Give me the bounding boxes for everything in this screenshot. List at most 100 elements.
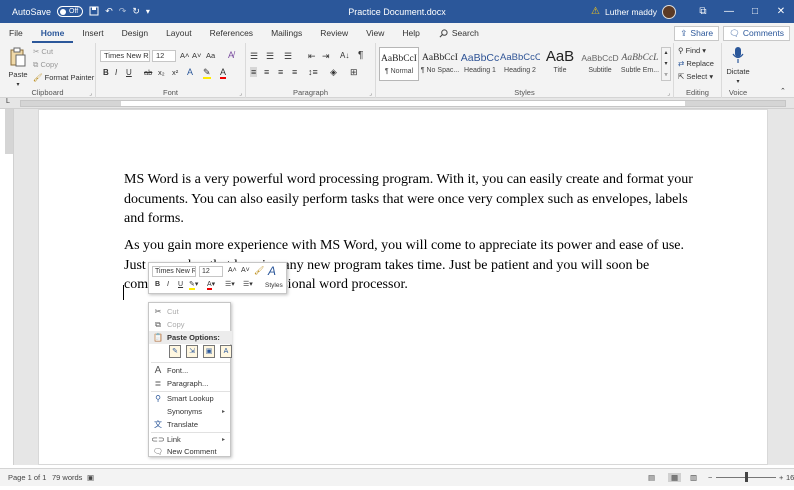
- subscript-button[interactable]: x₂: [158, 68, 165, 77]
- show-formatting-icon[interactable]: ¶: [358, 50, 363, 61]
- mini-italic-button[interactable]: I: [167, 281, 169, 288]
- style-title[interactable]: AaB Title: [540, 47, 580, 81]
- tab-layout[interactable]: Layout: [157, 23, 201, 43]
- document-area[interactable]: MS Word is a very powerful word processi…: [14, 109, 794, 465]
- tab-selector-icon[interactable]: L: [6, 98, 10, 105]
- mini-grow-font-button[interactable]: A˄: [228, 267, 237, 274]
- mini-underline-button[interactable]: U: [178, 281, 183, 288]
- tell-me-search[interactable]: Search: [429, 28, 479, 38]
- style-no-spacing[interactable]: AaBbCcI ¶ No Spac...: [420, 47, 460, 81]
- page-count[interactable]: Page 1 of 1: [8, 473, 46, 482]
- mini-font-size-combobox[interactable]: 12: [199, 266, 223, 277]
- align-right-icon[interactable]: ≡: [278, 67, 283, 77]
- web-layout-icon[interactable]: ▥: [690, 473, 697, 482]
- vertical-ruler[interactable]: [5, 109, 14, 465]
- menu-item-smart-lookup[interactable]: ⚲ Smart Lookup: [149, 392, 232, 405]
- text-effects-icon[interactable]: A: [187, 67, 193, 77]
- paste-button[interactable]: Paste ▾: [6, 47, 30, 90]
- proofing-icon[interactable]: ▣: [87, 473, 94, 482]
- format-painter-button[interactable]: 🖌 Format Painter: [33, 73, 94, 82]
- italic-button[interactable]: I: [115, 68, 117, 77]
- tab-file[interactable]: File: [0, 23, 32, 43]
- mini-format-painter-icon[interactable]: 🖌: [254, 266, 264, 275]
- read-mode-icon[interactable]: ▤: [648, 473, 655, 482]
- share-button[interactable]: ⇪ Share: [674, 25, 720, 41]
- word-count[interactable]: 79 words: [52, 473, 82, 482]
- borders-icon[interactable]: ⊞: [350, 67, 358, 78]
- close-icon[interactable]: ✕: [768, 6, 794, 17]
- change-case-button[interactable]: Aa: [206, 51, 215, 60]
- style-subtitle[interactable]: AaBbCcD Subtitle: [580, 47, 620, 81]
- mini-highlight-icon[interactable]: ✎▾: [189, 280, 198, 290]
- style-heading-2[interactable]: AaBbCcC Heading 2: [500, 47, 540, 81]
- font-size-combobox[interactable]: 12: [152, 50, 176, 62]
- menu-item-synonyms[interactable]: Synonyms ▸: [149, 405, 232, 418]
- tab-mailings[interactable]: Mailings: [262, 23, 311, 43]
- superscript-button[interactable]: x²: [172, 68, 178, 77]
- style-heading-1[interactable]: AaBbCc Heading 1: [460, 47, 500, 81]
- styles-gallery-scroll[interactable]: ▴ ▾ ▿: [661, 47, 671, 81]
- repeat-icon[interactable]: ↻: [132, 6, 140, 17]
- menu-item-cut[interactable]: ✂ Cut: [149, 305, 232, 318]
- clear-formatting-icon[interactable]: A̸: [228, 50, 234, 60]
- align-center-icon[interactable]: ≡: [264, 67, 269, 77]
- copy-button[interactable]: ⧉ Copy: [33, 60, 58, 70]
- paste-keep-source-icon[interactable]: ✎: [169, 345, 181, 358]
- menu-item-copy[interactable]: ⧉ Copy: [149, 318, 232, 331]
- tab-insert[interactable]: Insert: [73, 23, 112, 43]
- paste-text-only-icon[interactable]: A: [220, 345, 232, 358]
- dictate-dropdown-icon[interactable]: ▾: [724, 77, 752, 87]
- minimize-icon[interactable]: —: [716, 6, 742, 17]
- mini-bold-button[interactable]: B: [155, 281, 160, 288]
- justify-icon[interactable]: ≡: [292, 67, 297, 77]
- select-button[interactable]: ⇱ Select ▾: [678, 72, 713, 81]
- shrink-font-button[interactable]: A˅: [192, 51, 201, 60]
- underline-button[interactable]: U: [126, 68, 132, 77]
- menu-item-new-comment[interactable]: 🗨 New Comment: [149, 445, 232, 458]
- ribbon-display-options-icon[interactable]: ⧉: [690, 6, 716, 17]
- comments-button[interactable]: 🗨 Comments: [723, 25, 790, 41]
- paste-merge-formatting-icon[interactable]: ⇲: [186, 345, 198, 358]
- bold-button[interactable]: B: [103, 68, 109, 77]
- tab-references[interactable]: References: [201, 23, 262, 43]
- mini-styles-icon[interactable]: A: [268, 264, 276, 278]
- style-subtle-emphasis[interactable]: AaBbCcL Subtle Em...: [620, 47, 660, 81]
- mini-bullets-icon[interactable]: ☰▾: [225, 280, 235, 288]
- mini-numbering-icon[interactable]: ☰▾: [243, 280, 253, 288]
- save-icon[interactable]: [89, 6, 99, 18]
- tab-view[interactable]: View: [357, 23, 393, 43]
- autosave-toggle[interactable]: Off: [57, 6, 84, 17]
- customize-qat-icon[interactable]: ▾: [146, 7, 150, 16]
- highlight-icon[interactable]: ✎: [203, 67, 211, 79]
- strikethrough-button[interactable]: ab: [144, 68, 152, 77]
- redo-icon[interactable]: ↷: [119, 6, 127, 17]
- avatar[interactable]: [662, 4, 676, 19]
- bullets-icon[interactable]: ☰: [250, 51, 258, 62]
- style-normal[interactable]: AaBbCcI ¶ Normal: [379, 47, 419, 81]
- paragraph-1[interactable]: MS Word is a very powerful word processi…: [124, 170, 696, 229]
- replace-button[interactable]: ⇄ Replace: [678, 59, 714, 68]
- clipboard-launcher-icon[interactable]: ⌟: [89, 90, 92, 97]
- menu-item-paragraph[interactable]: ≣ Paragraph...: [149, 377, 232, 390]
- styles-launcher-icon[interactable]: ⌟: [667, 90, 670, 97]
- decrease-indent-icon[interactable]: ⇤: [308, 51, 316, 62]
- menu-item-font[interactable]: A Font...: [149, 364, 232, 377]
- print-layout-icon[interactable]: ▦: [668, 473, 682, 482]
- line-spacing-icon[interactable]: ↕≡: [308, 67, 318, 77]
- shading-icon[interactable]: ◈: [330, 67, 337, 78]
- zoom-level[interactable]: 16: [786, 473, 794, 482]
- sort-icon[interactable]: A↓: [340, 51, 349, 60]
- paragraph-launcher-icon[interactable]: ⌟: [369, 90, 372, 97]
- align-left-icon[interactable]: ≡: [250, 67, 258, 77]
- cut-button[interactable]: ✂ Cut: [33, 47, 53, 56]
- dictate-button[interactable]: Dictate ▾: [724, 46, 752, 87]
- zoom-out-button[interactable]: −: [708, 473, 712, 482]
- tab-review[interactable]: Review: [311, 23, 357, 43]
- tab-home[interactable]: Home: [31, 23, 74, 43]
- increase-indent-icon[interactable]: ⇥: [322, 51, 330, 62]
- mini-shrink-font-button[interactable]: A˅: [241, 267, 250, 274]
- grow-font-button[interactable]: A˄: [180, 51, 189, 60]
- paste-picture-icon[interactable]: ▣: [203, 345, 215, 358]
- undo-icon[interactable]: ↶: [105, 6, 113, 17]
- tab-design[interactable]: Design: [113, 23, 157, 43]
